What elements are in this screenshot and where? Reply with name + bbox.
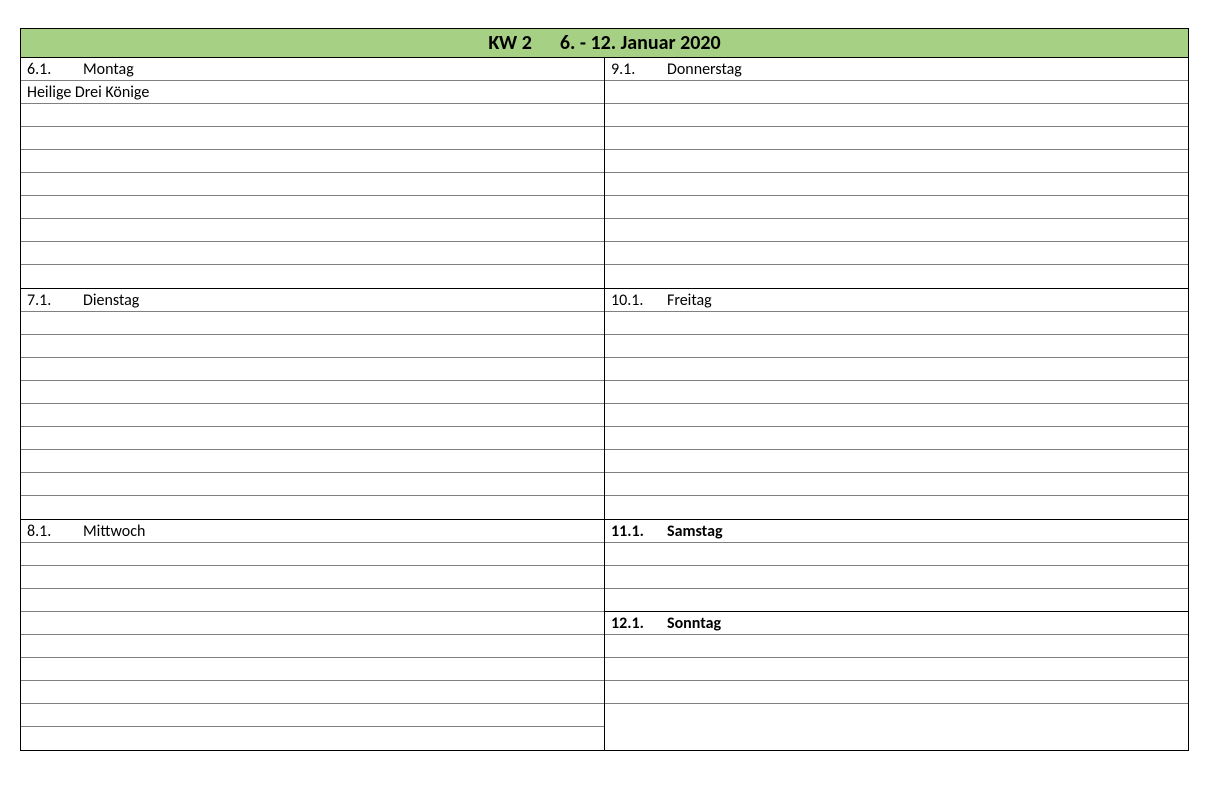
entry-row[interactable] (605, 681, 1188, 704)
entry-row[interactable] (605, 543, 1188, 566)
day-date: 12.1. (611, 614, 653, 633)
entry-row[interactable] (605, 127, 1188, 150)
entry-row[interactable] (605, 473, 1188, 496)
week-number: KW 2 (488, 31, 532, 55)
entry-row[interactable] (21, 127, 604, 150)
day-date: 9.1. (611, 60, 653, 79)
day-header-thursday: 9.1. Donnerstag (605, 58, 1188, 81)
day-name: Donnerstag (667, 60, 742, 79)
day-name: Dienstag (83, 291, 139, 310)
entry-row[interactable] (605, 265, 1188, 288)
day-name: Montag (83, 60, 134, 79)
day-header-sunday: 12.1. Sonntag (605, 612, 1188, 635)
day-wednesday: 8.1. Mittwoch (21, 520, 605, 750)
entry-row[interactable] (605, 150, 1188, 173)
weekend-column: 11.1. Samstag 12.1. Sonntag (605, 520, 1188, 750)
entry-row[interactable] (21, 196, 604, 219)
entry-row[interactable] (605, 219, 1188, 242)
entry-row[interactable] (605, 658, 1188, 681)
entry-row[interactable] (605, 635, 1188, 658)
entry-row[interactable] (605, 704, 1188, 727)
entry-row[interactable] (605, 427, 1188, 450)
entry-row[interactable] (21, 496, 604, 519)
entry-row[interactable] (21, 704, 604, 727)
weekly-calendar: KW 2 6. - 12. Januar 2020 6.1. Montag He… (20, 28, 1189, 751)
entry-row[interactable] (21, 589, 604, 612)
entry-row[interactable] (605, 358, 1188, 381)
day-tuesday: 7.1. Dienstag (21, 289, 605, 519)
entry-row[interactable] (605, 196, 1188, 219)
entry-row[interactable] (21, 242, 604, 265)
day-monday: 6.1. Montag Heilige Drei Könige (21, 58, 605, 288)
entry-row[interactable] (21, 219, 604, 242)
holiday-note: Heilige Drei Könige (21, 81, 604, 104)
day-name: Freitag (667, 291, 712, 310)
entry-row[interactable] (605, 589, 1188, 612)
entry-row[interactable] (21, 173, 604, 196)
entry-row[interactable] (605, 496, 1188, 519)
entry-row[interactable] (21, 635, 604, 658)
entry-row[interactable] (21, 104, 604, 127)
entry-row[interactable] (605, 335, 1188, 358)
week-row-3: 8.1. Mittwoch 11.1. Samstag 12.1. Sonn (21, 520, 1188, 750)
day-date: 8.1. (27, 522, 69, 541)
day-header-saturday: 11.1. Samstag (605, 520, 1188, 543)
entry-row[interactable] (21, 427, 604, 450)
entry-row[interactable] (21, 473, 604, 496)
day-header-friday: 10.1. Freitag (605, 289, 1188, 312)
day-date: 11.1. (611, 522, 653, 541)
entry-row[interactable] (21, 658, 604, 681)
entry-row[interactable] (605, 312, 1188, 335)
entry-row[interactable] (605, 450, 1188, 473)
entry-row[interactable] (605, 242, 1188, 265)
day-date: 10.1. (611, 291, 653, 310)
day-name: Samstag (667, 522, 723, 541)
day-thursday: 9.1. Donnerstag (605, 58, 1188, 288)
entry-row[interactable] (605, 381, 1188, 404)
entry-row[interactable] (21, 681, 604, 704)
day-date: 7.1. (27, 291, 69, 310)
entry-row[interactable] (21, 150, 604, 173)
entry-row[interactable] (605, 104, 1188, 127)
entry-row[interactable] (21, 265, 604, 288)
day-header-wednesday: 8.1. Mittwoch (21, 520, 604, 543)
entry-row[interactable] (21, 381, 604, 404)
day-header-monday: 6.1. Montag (21, 58, 604, 81)
day-header-tuesday: 7.1. Dienstag (21, 289, 604, 312)
entry-row[interactable] (21, 727, 604, 750)
entry-row[interactable] (21, 543, 604, 566)
entry-row[interactable] (21, 358, 604, 381)
day-friday: 10.1. Freitag (605, 289, 1188, 519)
day-date: 6.1. (27, 60, 69, 79)
entry-row[interactable] (605, 173, 1188, 196)
entry-row[interactable] (21, 612, 604, 635)
entry-row[interactable] (21, 450, 604, 473)
entry-row[interactable] (21, 566, 604, 589)
week-row-1: 6.1. Montag Heilige Drei Könige 9.1. Don… (21, 58, 1188, 289)
entry-row[interactable] (605, 404, 1188, 427)
entry-row[interactable] (21, 312, 604, 335)
entry-row[interactable] (21, 404, 604, 427)
entry-row[interactable] (21, 335, 604, 358)
week-row-2: 7.1. Dienstag 10.1. Freitag (21, 289, 1188, 520)
day-name: Sonntag (667, 614, 721, 633)
day-name: Mittwoch (83, 522, 145, 541)
calendar-header: KW 2 6. - 12. Januar 2020 (21, 29, 1188, 58)
entry-row[interactable] (605, 81, 1188, 104)
entry-row[interactable] (605, 566, 1188, 589)
date-range: 6. - 12. Januar 2020 (560, 31, 721, 55)
